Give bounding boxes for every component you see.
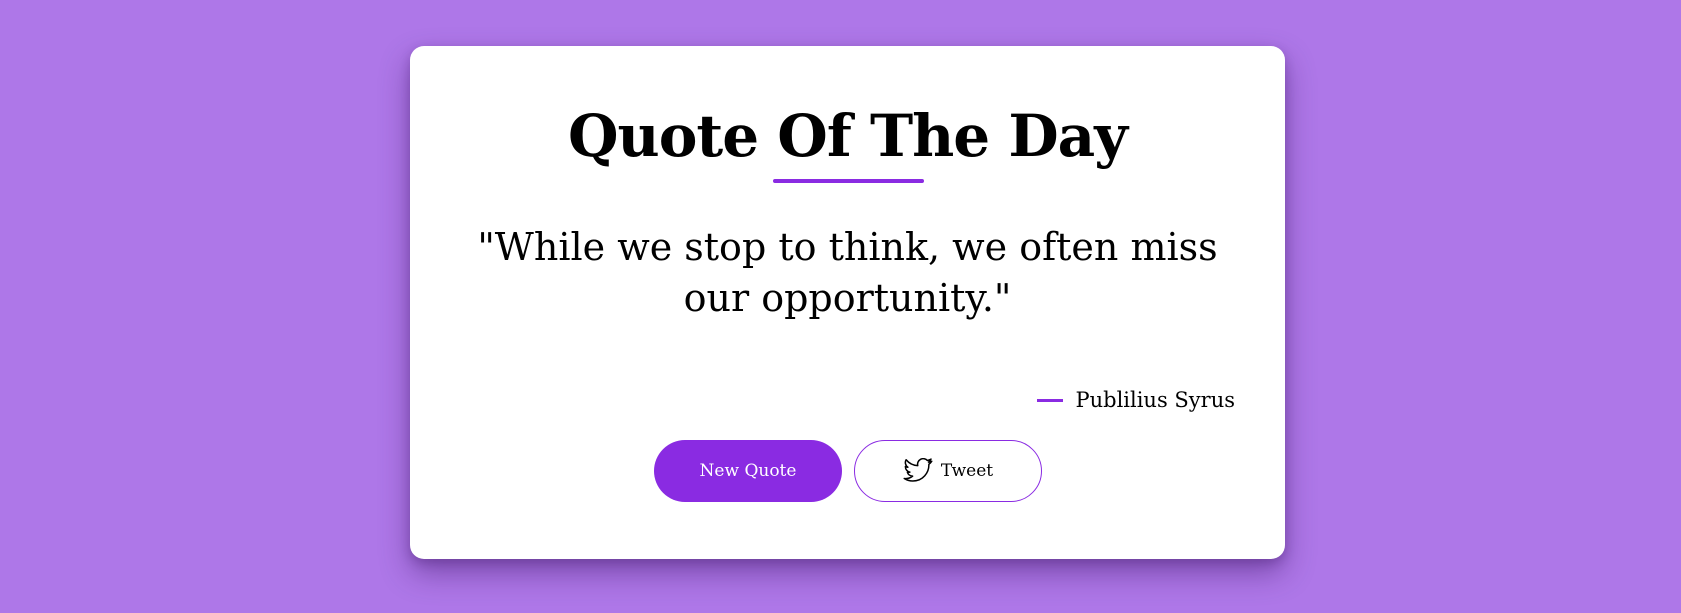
new-quote-button-label: New Quote — [699, 461, 797, 481]
tweet-button[interactable]: Tweet — [854, 440, 1042, 502]
quote-author: Publilius Syrus — [1075, 388, 1235, 412]
author-row: Publilius Syrus — [1037, 385, 1235, 415]
new-quote-button[interactable]: New Quote — [654, 440, 842, 502]
title-underline — [773, 179, 924, 183]
quote-text: "While we stop to think, we often miss o… — [477, 225, 1218, 320]
tweet-button-label: Tweet — [940, 461, 994, 481]
twitter-bird-icon — [903, 458, 933, 484]
author-dash — [1037, 398, 1064, 402]
page-title: Quote Of The Day — [568, 102, 1128, 170]
quote-card: Quote Of The Day "While we stop to think… — [410, 46, 1285, 559]
